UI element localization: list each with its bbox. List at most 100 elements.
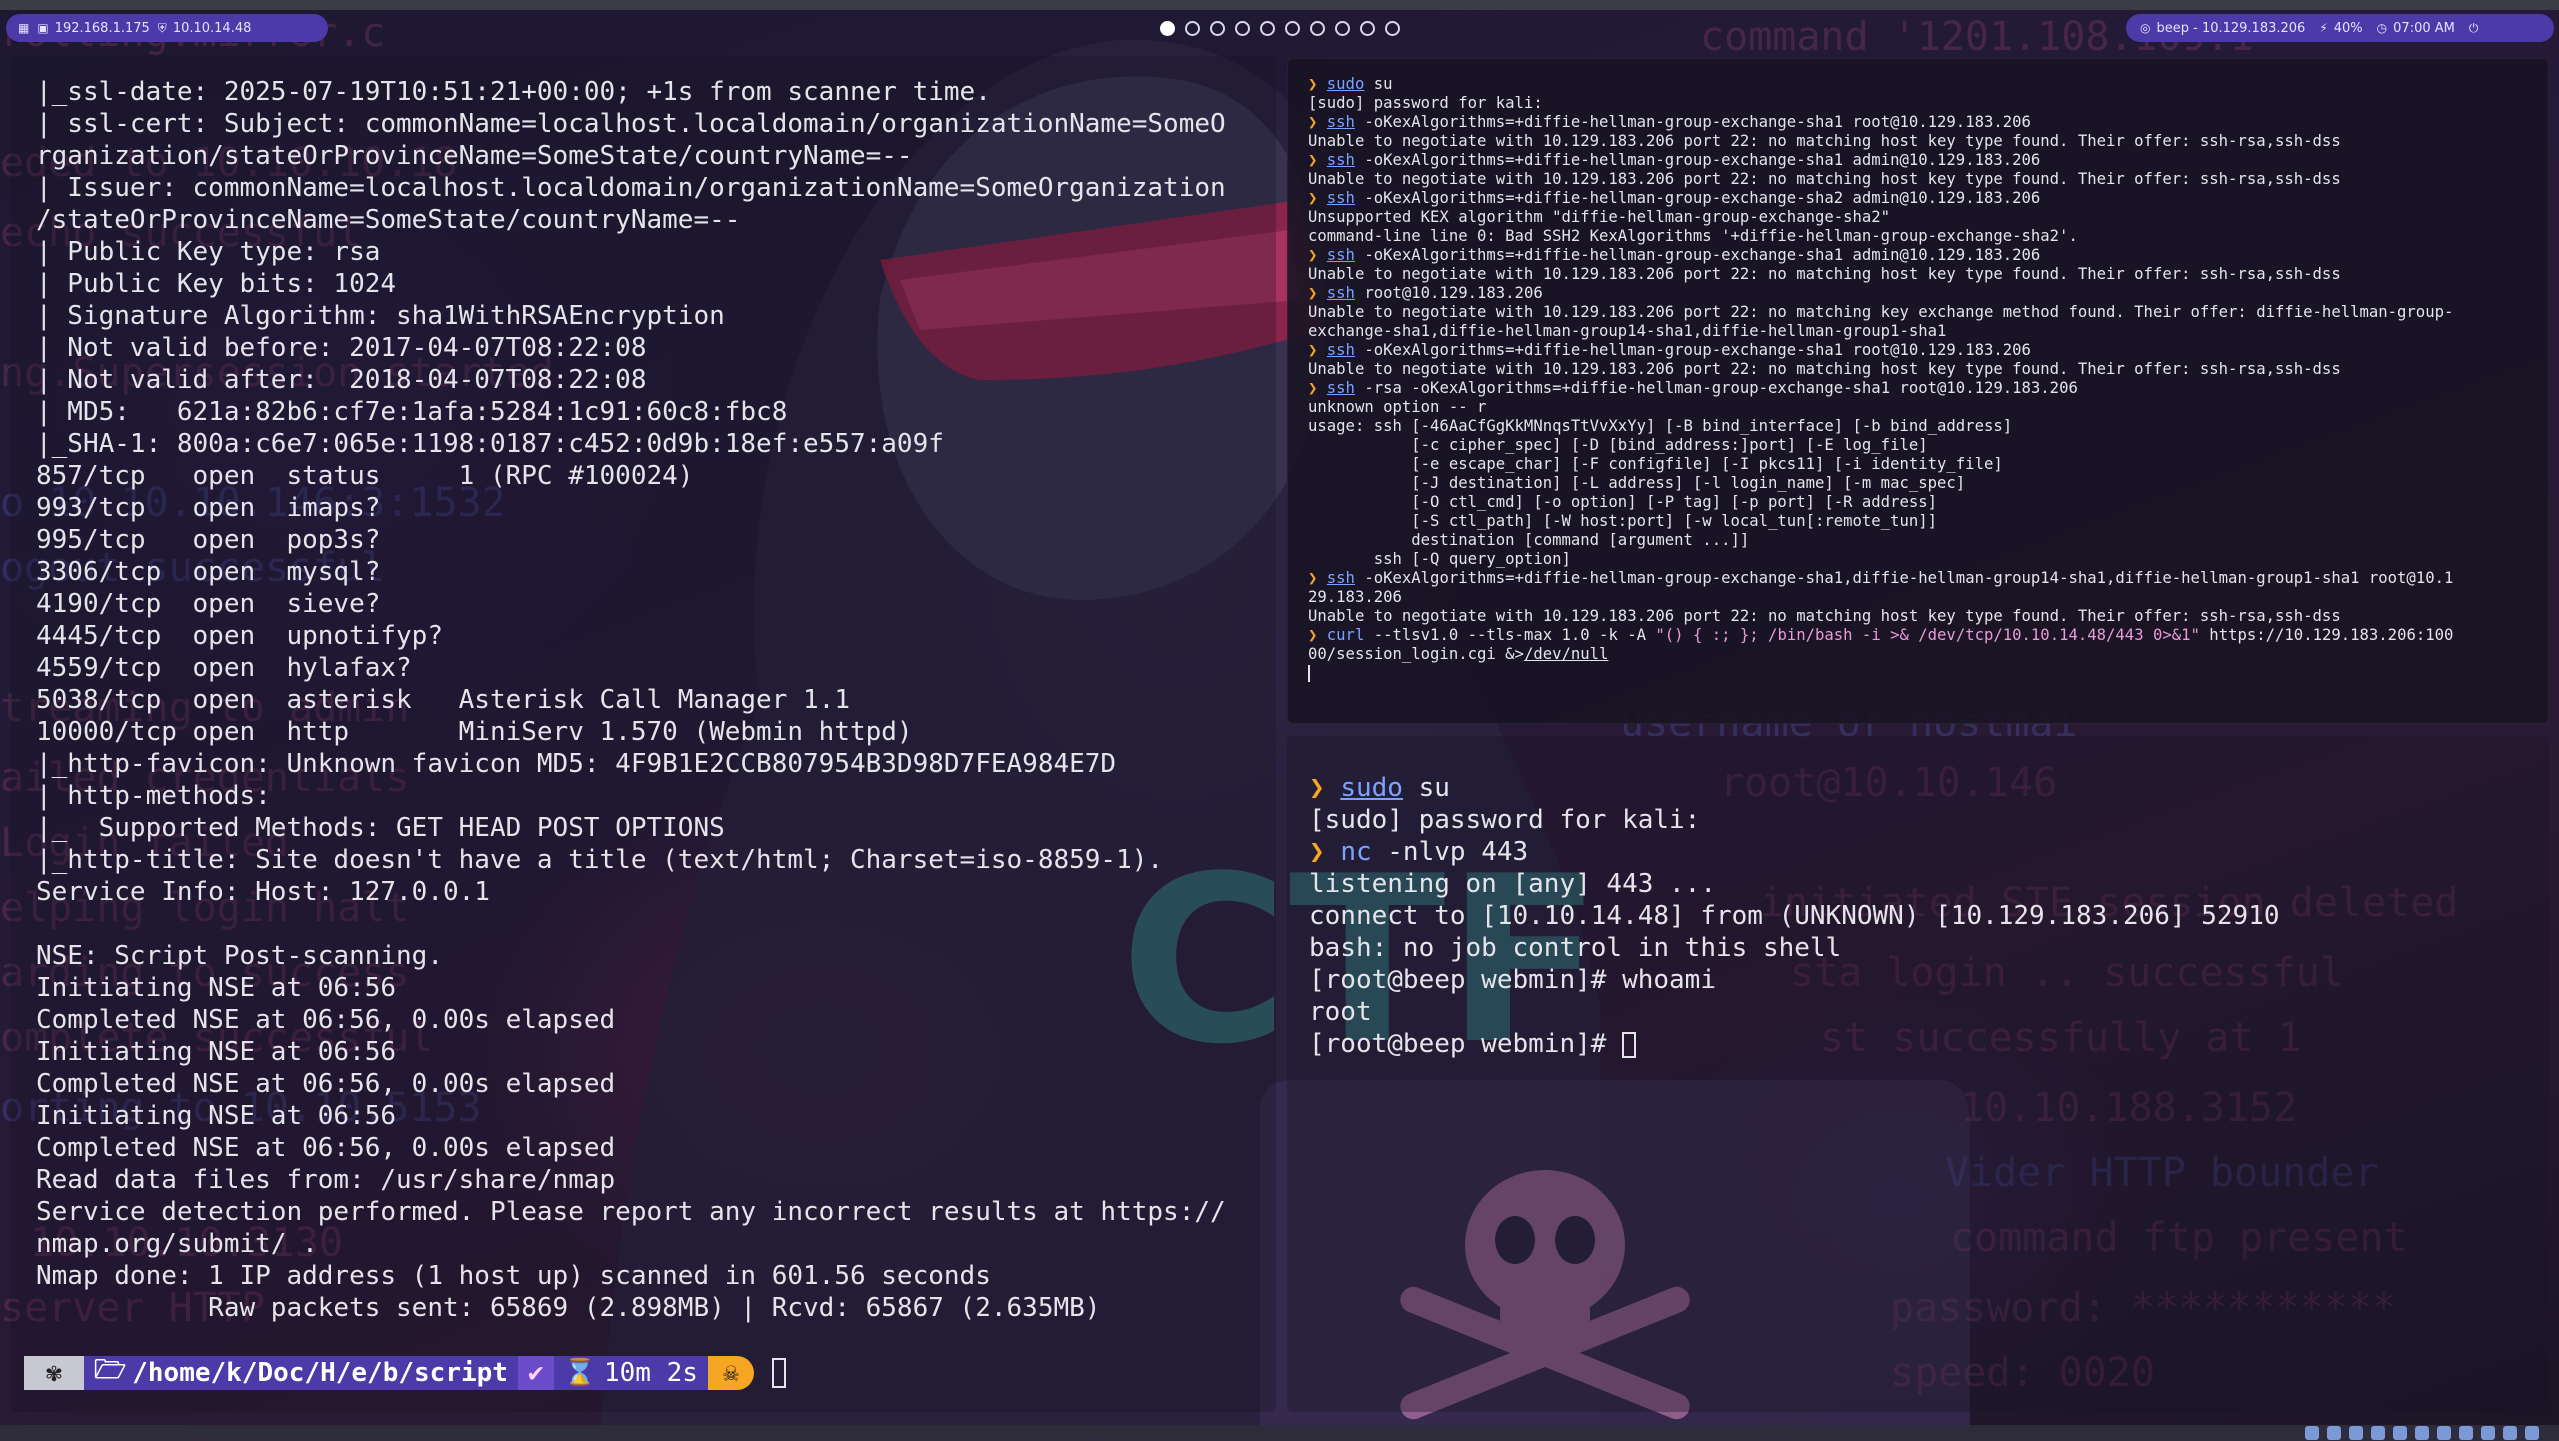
command-args: -oKexAlgorithms=+diffie-hellman-group-ex… xyxy=(1354,189,2041,207)
prompt-arrow: ❯ xyxy=(1308,75,1327,93)
workspace-dot-8[interactable] xyxy=(1335,20,1350,36)
workspace-dot-3[interactable] xyxy=(1210,20,1225,36)
system-tray xyxy=(0,1425,2559,1441)
terminal-line: Completed NSE at 06:56, 0.00s elapsed xyxy=(36,1069,616,1099)
local-ip: 192.168.1.175 xyxy=(54,20,150,36)
prompt-arrow: ❯ xyxy=(1308,379,1327,397)
terminal-line: 995/tcp open pop3s? xyxy=(36,525,381,555)
terminal-cursor xyxy=(1622,1031,1637,1058)
tray-app-icon[interactable] xyxy=(2437,1426,2451,1440)
terminal-line: ssh [-Q query_option] xyxy=(1308,550,1571,568)
terminal-line: Completed NSE at 06:56, 0.00s elapsed xyxy=(36,1005,616,1035)
workspace-dot-7[interactable] xyxy=(1310,20,1325,36)
terminal-line: [sudo] password for kali: xyxy=(1309,805,1701,835)
terminal-line: | MD5: 621a:82b6:cf7e:1afa:5284:1c91:60c… xyxy=(36,397,788,427)
terminal-line: /stateOrProvinceName=SomeState/countryNa… xyxy=(36,205,741,235)
terminal-line: [-S ctl_path] [-W host:port] [-w local_t… xyxy=(1308,512,1938,530)
command-name: ssh xyxy=(1326,284,1355,302)
workspace-switcher xyxy=(1160,18,1400,38)
battery-level: 40% xyxy=(2333,20,2363,36)
prompt-path-text: /home/k/Doc/H/e/b/script xyxy=(132,1358,508,1388)
tray-app-icon[interactable] xyxy=(2481,1426,2495,1440)
terminal-line: |_SHA-1: 800a:c6e7:065e:1198:0187:c452:0… xyxy=(36,429,944,459)
workspace-dot-5[interactable] xyxy=(1260,20,1275,36)
prompt-arrow: ❯ xyxy=(1308,284,1327,302)
terminal-line: Service detection performed. Please repo… xyxy=(36,1197,1226,1227)
kali-dragon-icon: ✾ xyxy=(24,1356,84,1390)
terminal-line: unknown option -- r xyxy=(1308,398,1487,416)
terminal-line: [-c cipher_spec] [-D [bind_address:]port… xyxy=(1308,436,1928,454)
command-name: ssh xyxy=(1326,379,1355,397)
prompt-path: 🗁 /home/k/Doc/H/e/b/script xyxy=(84,1355,518,1390)
prompt-duration: ⌛ 10m 2s xyxy=(553,1356,708,1390)
terminal-line: Unable to negotiate with 10.129.183.206 … xyxy=(1308,303,2454,321)
workspace-dot-10[interactable] xyxy=(1385,20,1400,36)
prompt-arrow: ❯ xyxy=(1308,246,1327,264)
terminal-line: usage: ssh [-46AaCfGgKkMNnqsTtVvXxYy] [-… xyxy=(1308,417,2013,435)
workspace-dot-2[interactable] xyxy=(1185,20,1200,36)
grid-icon[interactable]: ▦ xyxy=(18,21,29,35)
terminal-line: Unable to negotiate with 10.129.183.206 … xyxy=(1308,170,2341,188)
terminal-line: ❯ ssh -oKexAlgorithms=+diffie-hellman-gr… xyxy=(1308,246,2548,265)
local-ip-segment[interactable]: ▣ 192.168.1.175 xyxy=(37,21,149,36)
tray-app-icon[interactable] xyxy=(2393,1426,2407,1440)
terminal-line: | ssl-cert: Subject: commonName=localhos… xyxy=(36,109,1226,139)
terminal-line: ❯ ssh -oKexAlgorithms=+diffie-hellman-gr… xyxy=(1308,113,2548,132)
terminal-line: Completed NSE at 06:56, 0.00s elapsed xyxy=(36,1133,616,1163)
terminal-ssh[interactable]: ❯ sudo su [sudo] password for kali: ❯ ssh … xyxy=(1287,58,2549,724)
terminal-line: Unable to negotiate with 10.129.183.206 … xyxy=(1308,132,2341,150)
terminal-output: ❯ sudo su [sudo] password for kali: ❯ ssh … xyxy=(1308,75,2548,683)
vpn-ip-segment[interactable]: ⛨ 10.10.14.48 xyxy=(158,21,252,36)
terminal-line: | Not valid before: 2017-04-07T08:22:08 xyxy=(36,333,647,363)
terminal-line: command-line line 0: Bad SSH2 KexAlgorit… xyxy=(1308,227,2078,245)
terminal-line: [-e escape_char] [-F configfile] [-I pkc… xyxy=(1308,455,2003,473)
terminal-line: NSE: Script Post-scanning. xyxy=(36,941,443,971)
clock-segment[interactable]: ◷ 07:00 AM xyxy=(2377,21,2455,36)
terminal-nmap[interactable]: |_ssl-date: 2025-07-19T10:51:21+00:00; +… xyxy=(10,56,1276,1412)
terminal-line: 4559/tcp open hylafax? xyxy=(36,653,412,683)
tray-app-icon[interactable] xyxy=(2349,1426,2363,1440)
tray-app-icon[interactable] xyxy=(2503,1426,2517,1440)
tray-app-icon[interactable] xyxy=(2327,1426,2341,1440)
battery-segment[interactable]: ⚡ 40% xyxy=(2319,21,2362,36)
prompt-arrow: ❯ xyxy=(1308,189,1327,207)
terminal-line: 4445/tcp open upnotifyp? xyxy=(36,621,443,651)
workspace-dot-1[interactable] xyxy=(1160,20,1175,36)
prompt-arrow: ❯ xyxy=(1308,113,1327,131)
target-segment[interactable]: ◎ beep - 10.129.183.206 xyxy=(2140,21,2305,36)
skull-icon: ☠ xyxy=(707,1356,754,1390)
power-icon[interactable]: ⏻ xyxy=(2469,21,2479,36)
command-args: su xyxy=(1364,75,1393,93)
command-args: -oKexAlgorithms=+diffie-hellman-group-ex… xyxy=(1354,151,2041,169)
tray-app-icon[interactable] xyxy=(2525,1426,2539,1440)
terminal-line: Unable to negotiate with 10.129.183.206 … xyxy=(1308,360,2341,378)
terminal-line: | http-methods: xyxy=(36,781,271,811)
terminal-line: Read data files from: /usr/share/nmap xyxy=(36,1165,616,1195)
tray-icons xyxy=(2305,1426,2539,1440)
tray-app-icon[interactable] xyxy=(2415,1426,2429,1440)
command-args: -rsa -oKexAlgorithms=+diffie-hellman-gro… xyxy=(1354,379,2078,397)
tray-app-icon[interactable] xyxy=(2459,1426,2473,1440)
clock-icon: ◷ xyxy=(2376,21,2388,35)
command-name: sudo xyxy=(1326,75,1365,93)
command-args: -nlvp 443 xyxy=(1371,837,1529,867)
tray-app-icon[interactable] xyxy=(2371,1426,2385,1440)
workspace-dot-9[interactable] xyxy=(1360,20,1375,36)
workspace-dot-6[interactable] xyxy=(1285,20,1300,36)
command-args: -oKexAlgorithms=+diffie-hellman-group-ex… xyxy=(1354,246,2041,264)
terminal-line: ❯ ssh -rsa -oKexAlgorithms=+diffie-hellm… xyxy=(1308,379,2548,398)
tray-app-icon[interactable] xyxy=(2305,1426,2319,1440)
terminal-line: | Signature Algorithm: sha1WithRSAEncryp… xyxy=(36,301,725,331)
terminal-line: Unable to negotiate with 10.129.183.206 … xyxy=(1308,607,2341,625)
workspace-dot-4[interactable] xyxy=(1235,20,1250,36)
root-prompt: [root@beep webmin]# xyxy=(1309,1029,1623,1059)
terminal-netcat[interactable]: ❯ sudo su [sudo] password for kali: ❯ nc -… xyxy=(1287,736,2549,1412)
command-args: -oKexAlgorithms=+diffie-hellman-group-ex… xyxy=(1354,341,2031,359)
terminal-cursor xyxy=(771,1358,786,1388)
terminal-line: ❯ curl --tlsv1.0 --tls-max 1.0 -k -A "()… xyxy=(1308,626,2548,645)
target-host: beep - 10.129.183.206 xyxy=(2156,20,2306,36)
hourglass-icon: ⌛ xyxy=(563,1358,596,1388)
command-args: --tlsv1.0 --tls-max 1.0 -k -A xyxy=(1364,626,1656,644)
terminal-line: 3306/tcp open mysql? xyxy=(36,557,381,587)
terminal-line: exchange-sha1,diffie-hellman-group14-sha… xyxy=(1308,322,1947,340)
